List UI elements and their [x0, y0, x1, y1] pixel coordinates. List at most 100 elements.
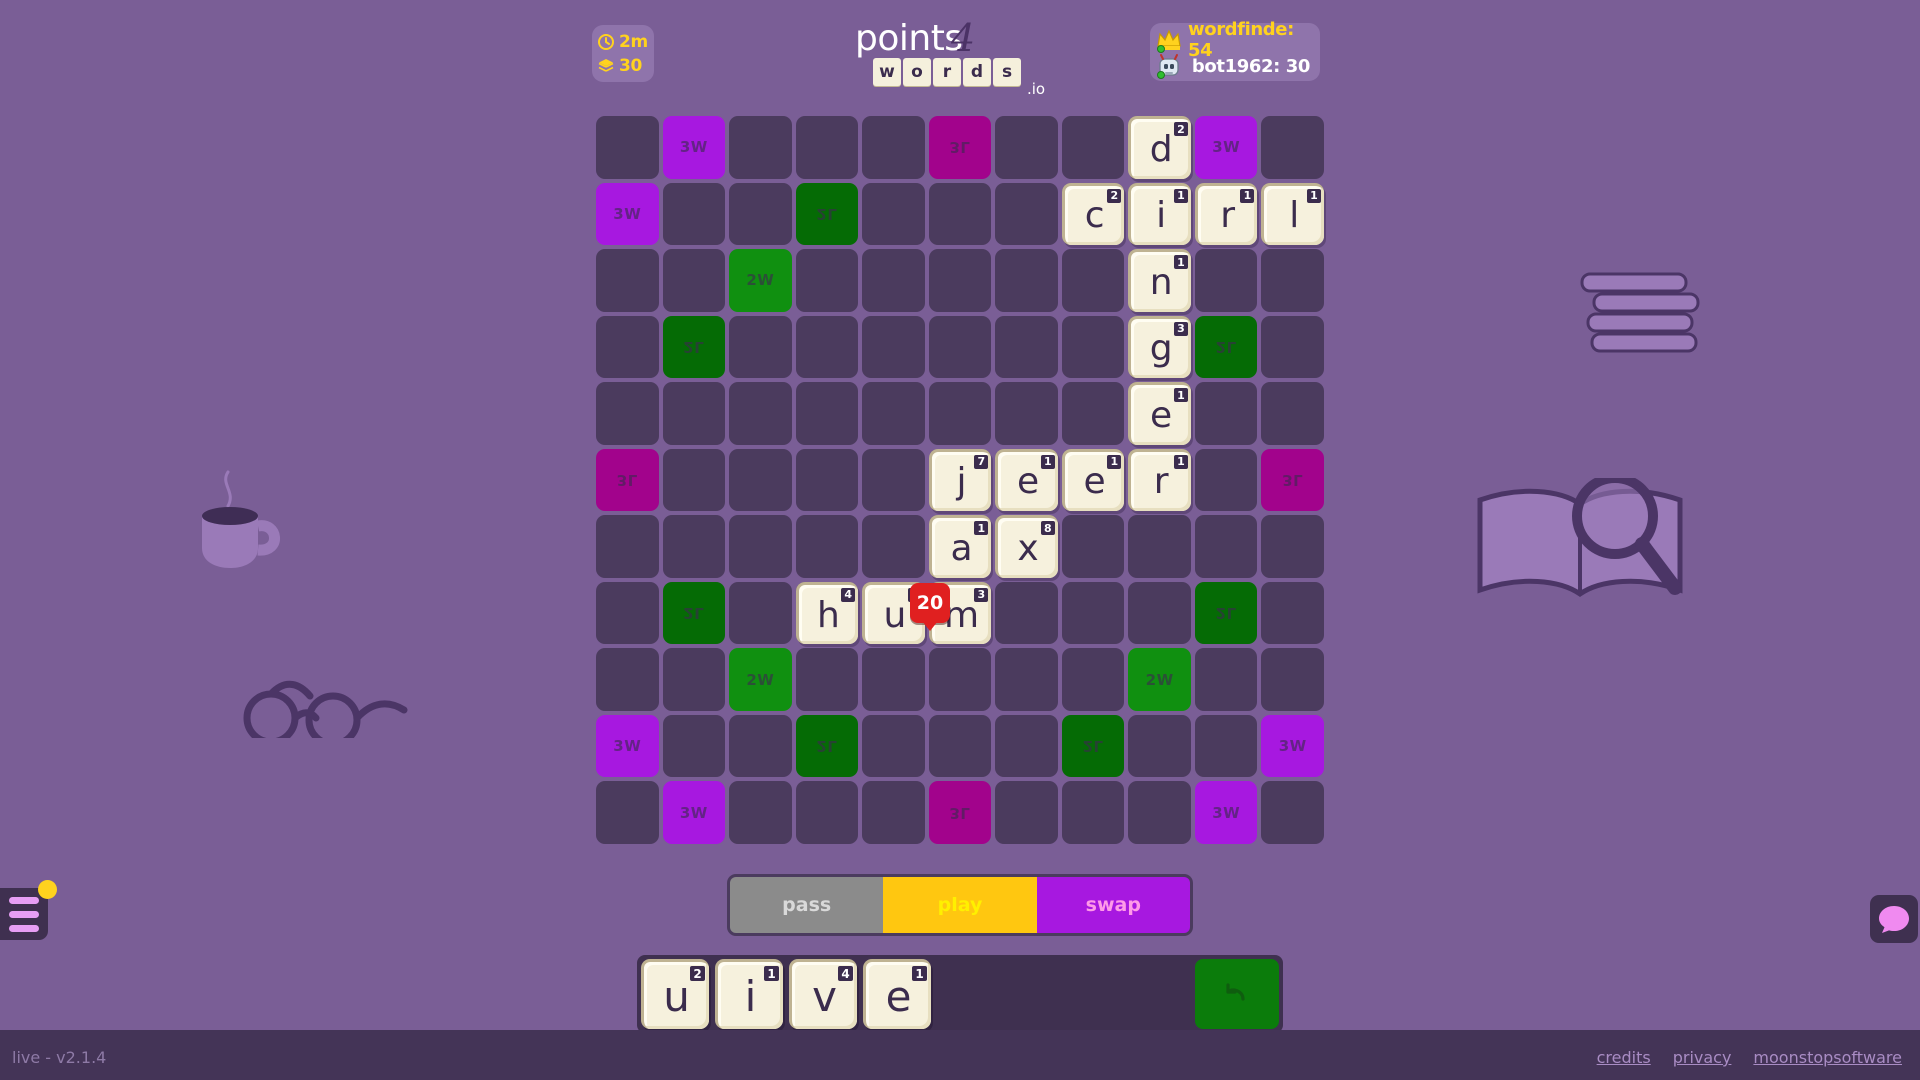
board-cell[interactable] — [662, 648, 726, 711]
board-cell-filled[interactable]: i1 — [1128, 182, 1191, 246]
recall-tiles-button[interactable] — [1195, 959, 1279, 1029]
board-cell-filled[interactable]: e1 — [995, 448, 1058, 512]
board-cell-filled[interactable]: r1 — [1128, 448, 1191, 512]
board-cell[interactable] — [928, 182, 992, 246]
board-cell[interactable] — [862, 648, 925, 711]
board-cell[interactable] — [995, 182, 1058, 246]
board-cell[interactable]: 3L — [928, 116, 992, 179]
board-cell[interactable] — [862, 182, 925, 246]
board-cell[interactable] — [1061, 249, 1125, 312]
board-cell-filled[interactable]: g3 — [1128, 315, 1191, 379]
board-cell[interactable] — [1128, 781, 1191, 844]
board-cell[interactable] — [662, 182, 726, 246]
board-cell[interactable] — [1194, 249, 1258, 312]
board-cell[interactable] — [662, 249, 726, 312]
board-cell[interactable] — [1061, 116, 1125, 179]
board-cell[interactable] — [662, 448, 726, 512]
board-cell[interactable]: 3W — [1194, 781, 1258, 844]
board-cell[interactable]: 3W — [662, 781, 726, 844]
board-cell[interactable] — [1061, 648, 1125, 711]
board-cell-filled[interactable]: e1 — [1061, 448, 1125, 512]
board-cell[interactable] — [862, 781, 925, 844]
board-cell[interactable] — [795, 116, 859, 179]
board-cell[interactable] — [862, 315, 925, 379]
board-cell[interactable] — [995, 648, 1058, 711]
board-cell[interactable] — [1261, 781, 1324, 844]
board-cell-filled[interactable]: a1 — [928, 515, 992, 578]
board-cell[interactable]: 3L — [928, 781, 992, 844]
board-cell-filled[interactable]: l1 — [1261, 182, 1324, 246]
footer-link-privacy[interactable]: privacy — [1673, 1048, 1732, 1067]
board-cell[interactable] — [862, 515, 925, 578]
board-cell-filled[interactable]: j7 — [928, 448, 992, 512]
board-cell[interactable] — [795, 382, 859, 445]
board-cell[interactable]: 2L — [662, 581, 726, 645]
pass-button[interactable]: pass — [730, 877, 884, 933]
board-cell[interactable] — [729, 448, 792, 512]
board-cell[interactable] — [995, 581, 1058, 645]
board-cell-filled[interactable]: x8 — [995, 515, 1058, 578]
board-cell[interactable] — [596, 116, 659, 179]
rack-tile[interactable]: v4 — [789, 959, 857, 1029]
board-cell[interactable] — [795, 315, 859, 379]
board-cell[interactable] — [1061, 515, 1125, 578]
board-cell[interactable] — [1061, 581, 1125, 645]
board-cell-filled[interactable]: c2 — [1061, 182, 1125, 246]
rack-tile[interactable]: u2 — [641, 959, 709, 1029]
board-cell[interactable] — [995, 714, 1058, 778]
board-cell[interactable] — [662, 515, 726, 578]
board-cell[interactable] — [795, 515, 859, 578]
board-cell[interactable] — [862, 448, 925, 512]
board-cell[interactable] — [862, 714, 925, 778]
board-cell[interactable] — [1194, 382, 1258, 445]
board-cell[interactable]: 3L — [1261, 448, 1324, 512]
footer-link-moonstopsoftware[interactable]: moonstopsoftware — [1753, 1048, 1902, 1067]
board-cell[interactable] — [1194, 714, 1258, 778]
board-cell[interactable] — [662, 714, 726, 778]
board-cell[interactable]: 3W — [596, 714, 659, 778]
board-cell-filled[interactable]: n1 — [1128, 249, 1191, 312]
board-cell[interactable] — [729, 116, 792, 179]
board-cell[interactable] — [1261, 515, 1324, 578]
board-cell[interactable]: 3L — [596, 448, 659, 512]
board-cell[interactable] — [596, 648, 659, 711]
board-cell[interactable] — [729, 382, 792, 445]
board-cell[interactable] — [795, 648, 859, 711]
board-cell[interactable] — [1261, 315, 1324, 379]
board-cell[interactable]: 2W — [729, 648, 792, 711]
board-cell[interactable]: 2L — [1061, 714, 1125, 778]
game-board[interactable]: 3W 3L d 2 3W 3W 2L c 2 i 1 r 1 l 1 2W n 1 2L g 3 2L e 1 3L j 7 e 1 e 1… — [592, 112, 1328, 848]
board-cell[interactable] — [928, 714, 992, 778]
board-cell[interactable]: 2L — [795, 182, 859, 246]
board-cell[interactable]: 2L — [795, 714, 859, 778]
board-cell[interactable] — [1061, 382, 1125, 445]
board-cell[interactable] — [1128, 515, 1191, 578]
board-cell[interactable] — [1261, 116, 1324, 179]
board-cell[interactable] — [596, 515, 659, 578]
board-cell[interactable] — [1194, 515, 1258, 578]
board-cell[interactable] — [928, 382, 992, 445]
board-cell[interactable] — [596, 249, 659, 312]
board-cell[interactable] — [596, 781, 659, 844]
board-cell[interactable] — [1194, 448, 1258, 512]
rack-tile[interactable]: i1 — [715, 959, 783, 1029]
rack-tile[interactable]: e1 — [863, 959, 931, 1029]
board-cell[interactable] — [862, 116, 925, 179]
board-cell[interactable]: 2L — [1194, 581, 1258, 645]
board-cell[interactable] — [995, 781, 1058, 844]
chat-button[interactable] — [1870, 895, 1918, 943]
board-cell[interactable]: 3W — [1194, 116, 1258, 179]
board-cell[interactable]: 3W — [662, 116, 726, 179]
board-cell[interactable] — [1261, 382, 1324, 445]
board-cell[interactable] — [1128, 581, 1191, 645]
board-cell[interactable] — [928, 315, 992, 379]
board-cell[interactable]: 2W — [1128, 648, 1191, 711]
board-cell[interactable] — [1261, 581, 1324, 645]
board-cell[interactable] — [928, 249, 992, 312]
board-cell[interactable] — [596, 581, 659, 645]
board-cell[interactable] — [1061, 781, 1125, 844]
board-cell[interactable] — [729, 182, 792, 246]
board-cell[interactable] — [795, 249, 859, 312]
board-cell-filled[interactable]: r1 — [1194, 182, 1258, 246]
board-cell[interactable] — [862, 382, 925, 445]
